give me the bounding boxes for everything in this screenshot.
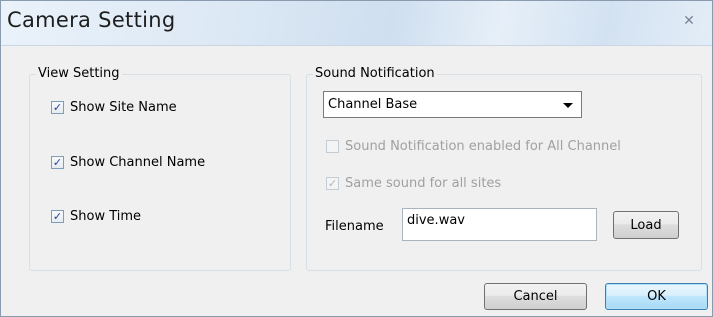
sound-notification-legend: Sound Notification: [313, 66, 437, 82]
same-sound-all-sites-checkbox: ✓: [326, 177, 339, 190]
chevron-down-icon: [563, 102, 573, 108]
show-time-label: Show Time: [70, 209, 142, 224]
sound-notification-group: Sound Notification Channel Base Sound No…: [306, 66, 702, 271]
view-setting-group: View Setting ✓ Show Site Name ✓ Show Cha…: [29, 66, 291, 271]
show-time-option[interactable]: ✓ Show Time: [51, 209, 141, 224]
filename-value: dive.wav: [407, 213, 465, 228]
filename-label: Filename: [325, 219, 384, 234]
close-icon[interactable]: ✕: [680, 12, 698, 28]
ok-button[interactable]: OK: [605, 283, 708, 310]
show-site-name-checkbox[interactable]: ✓: [51, 101, 64, 114]
enabled-all-channel-option: Sound Notification enabled for All Chann…: [326, 139, 621, 154]
show-site-name-option[interactable]: ✓ Show Site Name: [51, 100, 177, 115]
view-setting-legend: View Setting: [36, 66, 122, 82]
title-bar[interactable]: Camera Setting ✕: [1, 1, 712, 46]
window-title: Camera Setting: [7, 8, 176, 32]
same-sound-all-sites-option: ✓ Same sound for all sites: [326, 176, 501, 191]
show-site-name-label: Show Site Name: [70, 100, 177, 115]
cancel-button[interactable]: Cancel: [484, 283, 587, 310]
filename-field[interactable]: dive.wav: [402, 208, 597, 241]
show-channel-name-option[interactable]: ✓ Show Channel Name: [51, 155, 205, 170]
camera-setting-dialog: Camera Setting ✕ View Setting ✓ Show Sit…: [0, 0, 713, 317]
show-channel-name-label: Show Channel Name: [70, 155, 206, 170]
enabled-all-channel-checkbox: [326, 140, 339, 153]
same-sound-all-sites-label: Same sound for all sites: [345, 176, 502, 191]
load-button[interactable]: Load: [613, 211, 679, 239]
notification-mode-value: Channel Base: [328, 97, 418, 112]
notification-mode-select[interactable]: Channel Base: [323, 91, 582, 118]
show-channel-name-checkbox[interactable]: ✓: [51, 156, 64, 169]
show-time-checkbox[interactable]: ✓: [51, 210, 64, 223]
enabled-all-channel-label: Sound Notification enabled for All Chann…: [345, 139, 621, 154]
